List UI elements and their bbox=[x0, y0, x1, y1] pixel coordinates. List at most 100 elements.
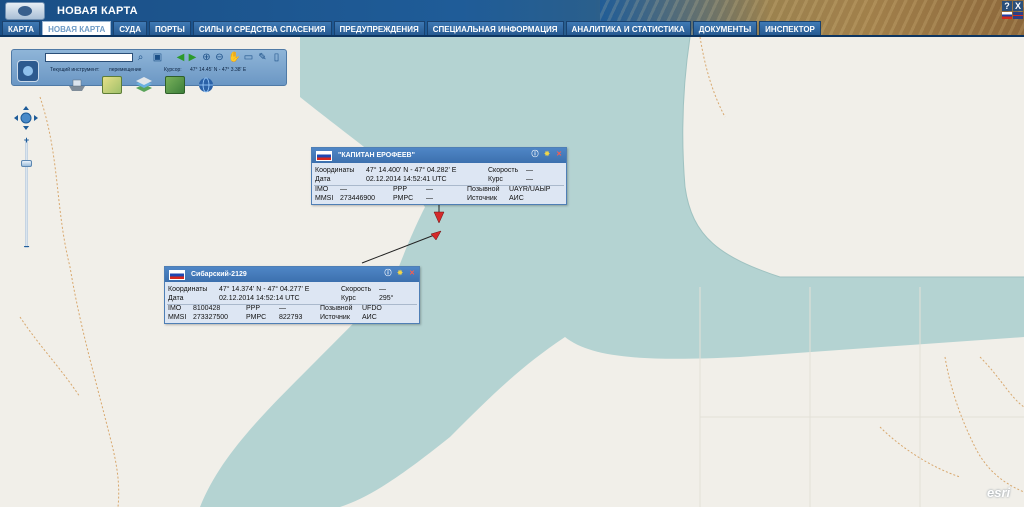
arrow-right-icon[interactable]: ▶ bbox=[187, 52, 198, 63]
map-canvas bbox=[0, 37, 1024, 507]
language-en-flag-icon[interactable] bbox=[1013, 12, 1023, 19]
zoom-in-icon[interactable]: ⊕ bbox=[201, 52, 212, 63]
pmpc-label: PMPC bbox=[393, 195, 414, 202]
course-value: — bbox=[526, 176, 533, 183]
cursor-label: Курсор: bbox=[164, 67, 182, 73]
close-icon[interactable]: ✕ bbox=[555, 151, 563, 159]
search-icon[interactable]: ⌕ bbox=[135, 52, 146, 63]
date-label: Дата bbox=[315, 176, 331, 183]
date-value: 02.12.2014 14:52:41 UTC bbox=[366, 176, 447, 183]
zoom-out-icon[interactable]: ⊖ bbox=[214, 52, 225, 63]
clear-icon[interactable]: ▯ bbox=[271, 52, 282, 63]
vessel-name: "КАПИТАН ЕРОФЕЕВ" bbox=[338, 152, 415, 159]
app-logo bbox=[5, 2, 45, 20]
mmsi-label: MMSI bbox=[315, 195, 334, 202]
source-value: АИС bbox=[362, 314, 377, 321]
toolbar-logo bbox=[17, 60, 39, 82]
speed-value: — bbox=[526, 167, 533, 174]
tab-analytics[interactable]: АНАЛИТИКА И СТАТИСТИКА bbox=[565, 21, 691, 36]
tab-documents[interactable]: ДОКУМЕНТЫ bbox=[692, 21, 758, 36]
pan-down-icon bbox=[23, 126, 29, 130]
coords-label: Координаты bbox=[168, 286, 208, 293]
pmpc-label: PMPC bbox=[246, 314, 267, 321]
tab-suda[interactable]: СУДА bbox=[113, 21, 147, 36]
zoom-slider-thumb[interactable] bbox=[21, 160, 32, 167]
map-view[interactable] bbox=[0, 37, 1024, 507]
date-value: 02.12.2014 14:52:14 UTC bbox=[219, 295, 300, 302]
callsign-label: Позывной bbox=[467, 186, 500, 193]
current-tool-label: Текущий инструмент: bbox=[50, 67, 100, 73]
popup-titlebar[interactable]: Сибарский-2129 ⓘ ✸ ✕ bbox=[165, 267, 419, 282]
imo-value: 8100428 bbox=[193, 305, 221, 312]
pan-up-icon bbox=[23, 106, 29, 110]
russia-flag-icon bbox=[169, 270, 185, 280]
tab-inspector[interactable]: ИНСПЕКТОР bbox=[759, 21, 821, 36]
help-button[interactable]: ? bbox=[1002, 1, 1012, 11]
main-tabs: КАРТА НОВАЯ КАРТА СУДА ПОРТЫ СИЛЫ И СРЕД… bbox=[0, 21, 821, 36]
ships-layer-icon[interactable] bbox=[67, 76, 87, 94]
date-label: Дата bbox=[168, 295, 184, 302]
settings-icon[interactable]: ✸ bbox=[543, 151, 551, 159]
ppp-label: PPP bbox=[393, 186, 408, 193]
tab-rescue-forces[interactable]: СИЛЫ И СРЕДСТВА СПАСЕНИЯ bbox=[192, 21, 332, 36]
source-label: Источник bbox=[467, 195, 497, 202]
pan-center-icon bbox=[20, 112, 32, 124]
tab-warnings[interactable]: ПРЕДУПРЕЖДЕНИЯ bbox=[333, 21, 425, 36]
zoom-slider-track[interactable] bbox=[25, 140, 28, 248]
coords-value: 47° 14.374' N - 47° 04.277' E bbox=[219, 286, 310, 293]
settings-icon[interactable]: ✸ bbox=[396, 270, 404, 278]
close-icon[interactable]: ✕ bbox=[408, 270, 416, 278]
current-tool-value: перемещение bbox=[109, 67, 142, 73]
ruler-icon[interactable]: ▭ bbox=[243, 52, 254, 63]
imo-value: — bbox=[340, 186, 347, 193]
imo-label: IMO bbox=[168, 305, 182, 312]
cursor-coordinates: 47° 14.45' N - 47° 3.38' E bbox=[190, 67, 247, 73]
vessel-name: Сибарский-2129 bbox=[191, 271, 247, 278]
pencil-icon[interactable]: ✎ bbox=[257, 52, 268, 63]
esri-attribution-logo: esri bbox=[987, 485, 1011, 500]
zoom-in-button[interactable]: + bbox=[22, 136, 31, 145]
pan-right-icon bbox=[34, 115, 38, 121]
ppp-value: — bbox=[279, 305, 286, 312]
course-label: Курс bbox=[488, 176, 503, 183]
speed-label: Скорость bbox=[488, 167, 519, 174]
source-label: Источник bbox=[320, 314, 350, 321]
bookmark-icon[interactable]: ▣ bbox=[152, 52, 163, 63]
pan-control[interactable] bbox=[13, 105, 39, 131]
tab-novaya-karta[interactable]: НОВАЯ КАРТА bbox=[42, 21, 112, 36]
info-icon[interactable]: ⓘ bbox=[531, 151, 539, 159]
pan-left-icon bbox=[14, 115, 18, 121]
mmsi-value: 273446900 bbox=[340, 195, 376, 202]
callsign-label: Позывной bbox=[320, 305, 353, 312]
globe-layer-icon[interactable] bbox=[196, 76, 216, 94]
terrain-layer-icon[interactable] bbox=[165, 76, 185, 94]
coords-label: Координаты bbox=[315, 167, 355, 174]
map-layer-icon[interactable] bbox=[102, 76, 122, 94]
speed-label: Скорость bbox=[341, 286, 372, 293]
vessel-popup-erofeev: "КАПИТАН ЕРОФЕЕВ" ⓘ ✸ ✕ Координаты 47° 1… bbox=[311, 147, 567, 205]
language-ru-flag-icon[interactable] bbox=[1002, 12, 1012, 19]
popup-titlebar[interactable]: "КАПИТАН ЕРОФЕЕВ" ⓘ ✸ ✕ bbox=[312, 148, 566, 163]
mmsi-value: 273327500 bbox=[193, 314, 229, 321]
arrow-left-icon[interactable]: ◀ bbox=[175, 52, 186, 63]
zoom-out-button[interactable]: − bbox=[22, 243, 31, 253]
app-title: НОВАЯ КАРТА bbox=[57, 5, 138, 17]
russia-flag-icon bbox=[316, 151, 332, 161]
imo-label: IMO bbox=[315, 186, 329, 193]
callsign-value: UFDO bbox=[362, 305, 382, 312]
course-value: 295° bbox=[379, 295, 394, 302]
info-icon[interactable]: ⓘ bbox=[384, 270, 392, 278]
mmsi-label: MMSI bbox=[168, 314, 187, 321]
tab-special-info[interactable]: СПЕЦИАЛЬНАЯ ИНФОРМАЦИЯ bbox=[426, 21, 564, 36]
course-label: Курс bbox=[341, 295, 356, 302]
ppp-label: PPP bbox=[246, 305, 261, 312]
tab-porty[interactable]: ПОРТЫ bbox=[148, 21, 191, 36]
tab-karta[interactable]: КАРТА bbox=[2, 21, 41, 36]
pmpc-value: — bbox=[426, 195, 433, 202]
close-button[interactable]: X bbox=[1013, 1, 1023, 11]
speed-value: — bbox=[379, 286, 386, 293]
layers-stack-icon[interactable] bbox=[134, 76, 154, 94]
pan-hand-icon[interactable]: ✋ bbox=[228, 52, 240, 63]
coords-value: 47° 14.400' N - 47° 04.282' E bbox=[366, 167, 457, 174]
search-input[interactable] bbox=[45, 53, 133, 62]
